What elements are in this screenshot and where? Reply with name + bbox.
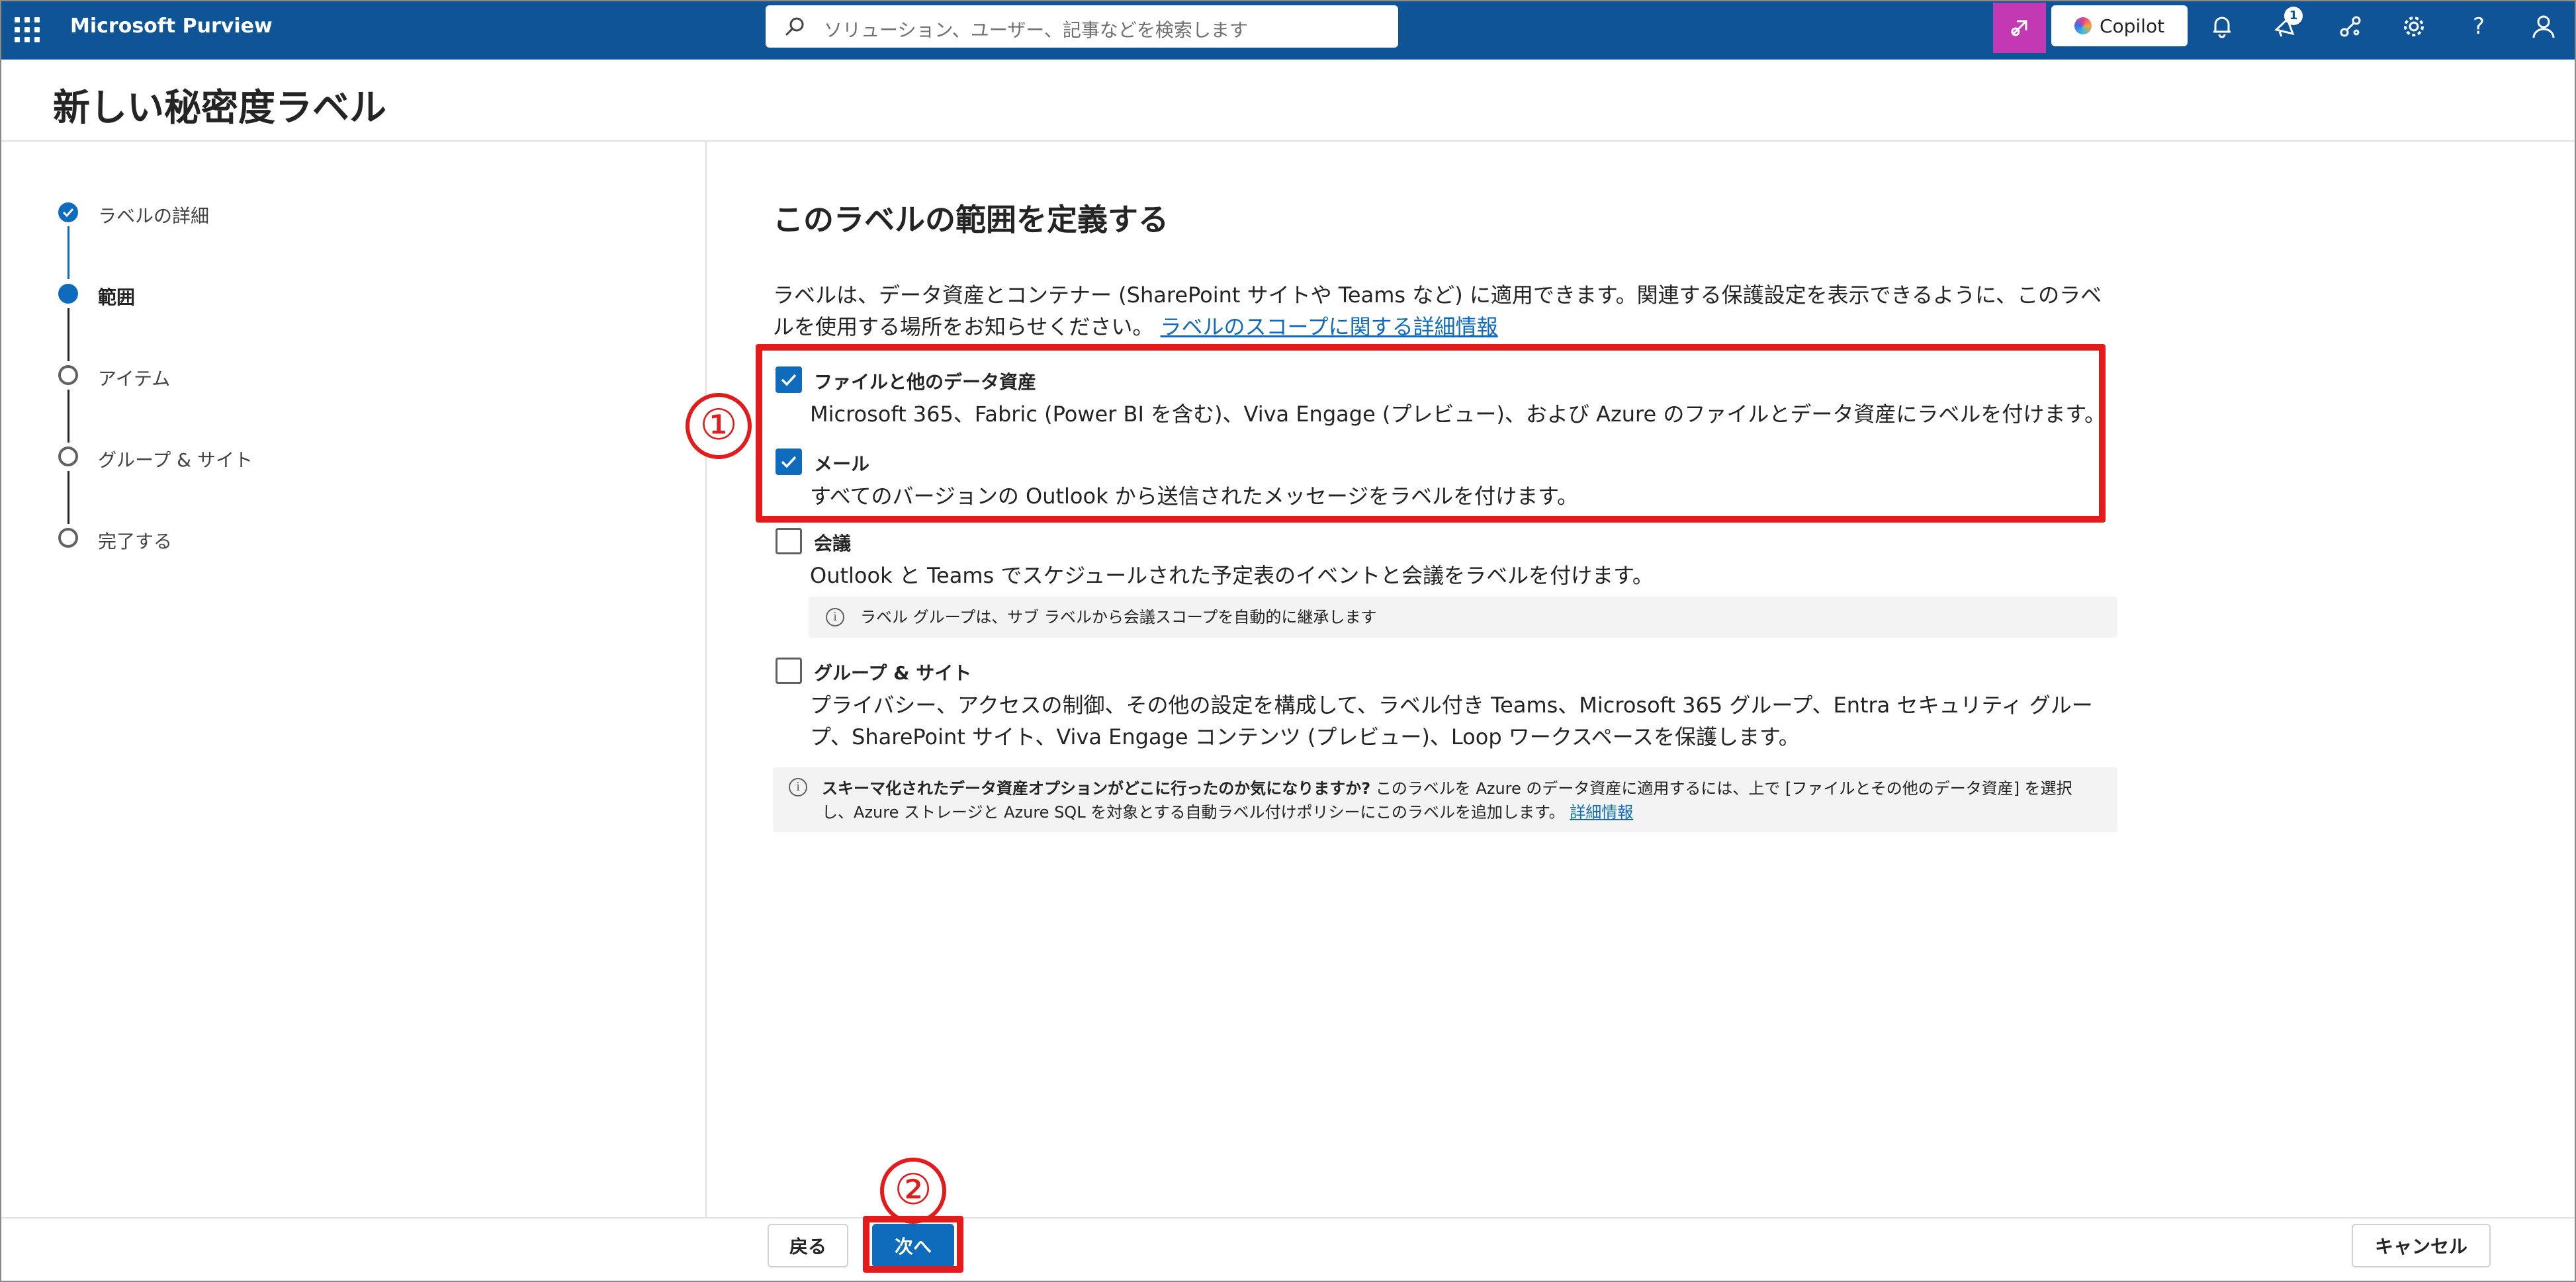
option-description-line: プ、SharePoint サイト、Viva Engage コンテンツ (プレビュ…: [810, 724, 1800, 749]
option-description: プライバシー、アクセスの制御、その他の設定を構成して、ラベル付き Teams、M…: [810, 689, 2107, 753]
help-icon[interactable]: ?: [2464, 12, 2493, 41]
search-icon: [785, 17, 804, 36]
step-connector: [67, 390, 69, 443]
step-label: 完了する: [98, 531, 173, 552]
step-label-details[interactable]: ラベルの詳細: [58, 202, 209, 227]
schema-info-box: i スキーマ化されたデータ資産オプションがどこに行ったのか気になりますか? この…: [773, 767, 2117, 832]
meeting-info-box: i ラベル グループは、サブ ラベルから会議スコープを自動的に継承します: [809, 597, 2117, 638]
copilot-icon: [2074, 17, 2092, 34]
pending-step-dot: [58, 365, 78, 385]
schema-info-line: し、Azure ストレージと Azure SQL を対象とする自動ラベル付けポリ…: [822, 803, 1565, 822]
schema-info-text: スキーマ化されたデータ資産オプションがどこに行ったのか気になりますか? このラベ…: [822, 777, 2106, 824]
step-connector: [67, 226, 69, 279]
header-divider: [0, 140, 2576, 142]
annotation-marker-2: ②: [880, 1158, 946, 1224]
step-items: アイテム: [58, 365, 170, 390]
panel-divider: [705, 142, 707, 1217]
groups-sites-checkbox[interactable]: [776, 658, 802, 684]
description-line-2: ルを使用する場所をお知らせください。 ラベルのスコープに関する詳細情報: [773, 311, 2123, 343]
page-title: 新しい秘密度ラベル: [53, 87, 386, 130]
step-label: 範囲: [98, 286, 136, 308]
schema-learn-more-link[interactable]: 詳細情報: [1570, 803, 1633, 822]
step-finish: 完了する: [58, 528, 172, 552]
step-label: アイテム: [98, 368, 171, 390]
schema-info-bold: スキーマ化されたデータ資産オプションがどこに行ったのか気になりますか?: [822, 779, 1371, 798]
notification-badge: 1: [2284, 7, 2303, 25]
app-title[interactable]: Microsoft Purview: [70, 15, 273, 38]
pending-step-dot: [58, 528, 78, 548]
scope-learn-more-link[interactable]: ラベルのスコープに関する詳細情報: [1161, 314, 1498, 339]
search-input[interactable]: ソリューション、ユーザー、記事などを検索します: [766, 5, 1398, 48]
footer-divider: [0, 1217, 2576, 1218]
option-title: 会議: [814, 533, 852, 554]
annotation-marker-1: ①: [686, 393, 752, 459]
annotation-highlight-box: [756, 344, 2106, 523]
back-button[interactable]: 戻る: [768, 1224, 848, 1267]
search-placeholder: ソリューション、ユーザー、記事などを検索します: [824, 19, 1248, 41]
share-icon[interactable]: [2336, 12, 2365, 41]
gear-icon[interactable]: [2399, 12, 2428, 41]
step-connector: [67, 308, 69, 361]
section-heading: このラベルの範囲を定義する: [773, 202, 1169, 237]
screenshot-border: [0, 0, 2576, 1282]
scope-description: ラベルは、データ資産とコンテナー (SharePoint サイトや Teams …: [773, 279, 2123, 343]
info-icon: i: [789, 778, 807, 796]
copilot-button[interactable]: Copilot: [2051, 5, 2188, 46]
step-groups-sites: グループ & サイト: [58, 447, 253, 471]
copilot-pink-icon[interactable]: [1993, 3, 2046, 53]
description-line: ラベルは、データ資産とコンテナー (SharePoint サイトや Teams …: [773, 282, 2102, 308]
annotation-next-highlight: [863, 1216, 963, 1273]
bell-icon[interactable]: [2207, 12, 2237, 41]
schema-info-line: このラベルを Azure のデータ資産に適用するには、上で [ファイルとその他の…: [1370, 779, 2072, 798]
step-connector: [67, 471, 69, 524]
copilot-label: Copilot: [2099, 15, 2165, 37]
description-line: ルを使用する場所をお知らせください。: [773, 314, 1154, 339]
option-description: Outlook と Teams でスケジュールされた予定表のイベントと会議をラベ…: [810, 560, 2107, 591]
check-icon: [58, 202, 78, 222]
option-description-line: プライバシー、アクセスの制御、その他の設定を構成して、ラベル付き Teams、M…: [810, 693, 2093, 718]
app-launcher-icon[interactable]: [15, 17, 40, 42]
option-title: グループ & サイト: [814, 662, 972, 684]
current-step-dot: [58, 284, 78, 304]
info-icon: i: [826, 608, 844, 626]
meetings-checkbox[interactable]: [776, 528, 802, 554]
pending-step-dot: [58, 447, 78, 466]
option-description-line: Outlook と Teams でスケジュールされた予定表のイベントと会議をラベ…: [810, 563, 1654, 588]
step-scope[interactable]: 範囲: [58, 284, 135, 308]
meeting-info-text: ラベル グループは、サブ ラベルから会議スコープを自動的に継承します: [860, 608, 1377, 626]
person-icon[interactable]: [2529, 12, 2558, 41]
step-label: グループ & サイト: [98, 449, 253, 471]
top-bar: Microsoft Purview ソリューション、ユーザー、記事などを検索しま…: [0, 0, 2576, 60]
step-label: ラベルの詳細: [98, 205, 210, 227]
cancel-button[interactable]: キャンセル: [2352, 1224, 2491, 1267]
